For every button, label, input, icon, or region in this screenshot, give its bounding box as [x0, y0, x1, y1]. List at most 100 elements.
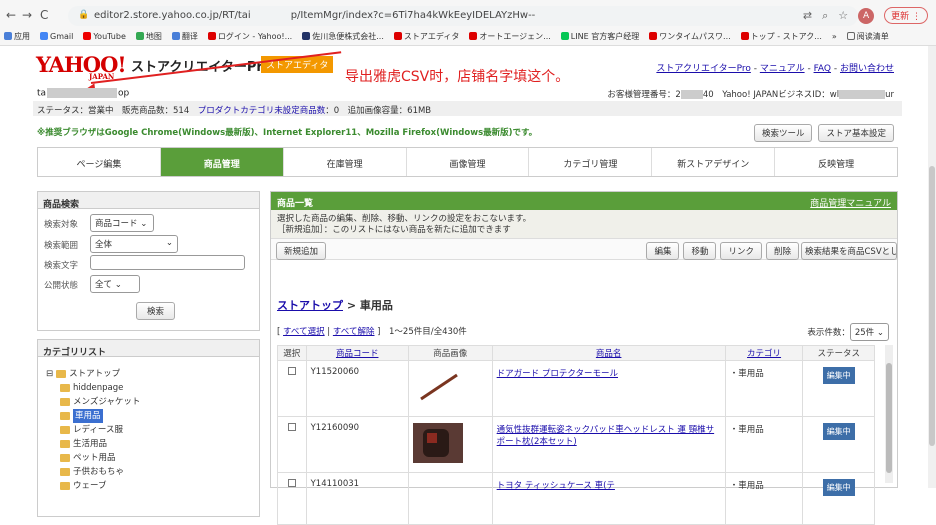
- category-tree: ⊟ ストアトップ hiddenpage メンズジャケット 車用品 レディース服 生…: [37, 357, 260, 517]
- link-store-creator[interactable]: ストアクリエイターPro: [656, 64, 750, 74]
- update-button[interactable]: 更新 ⋮: [884, 7, 928, 24]
- product-code: Y14110031: [305, 472, 409, 525]
- annotation-text: 导出雅虎CSV时，店铺名字填这个。: [345, 69, 570, 85]
- product-list-description: 選択した商品の編集、削除、移動、リンクの設定をおこないます。 ［新規追加］：このリ…: [271, 210, 897, 238]
- bookmark-otp[interactable]: ワンタイムパスワ...: [649, 29, 731, 43]
- delete-button[interactable]: 削除: [765, 242, 799, 260]
- uncategorized-link[interactable]: プロダクトカテゴリ未設定商品数: [198, 106, 326, 116]
- star-icon[interactable]: ☆: [838, 9, 848, 22]
- add-new-button[interactable]: 新規追加: [276, 242, 327, 260]
- bookmark-maps[interactable]: 地图: [135, 29, 162, 43]
- tab-page-edit[interactable]: ページ編集: [38, 148, 161, 176]
- tab-new-store-design[interactable]: 新ストアデザイン: [652, 148, 776, 176]
- tree-item[interactable]: 生活用品: [46, 437, 140, 451]
- table-scrollbar[interactable]: [885, 345, 893, 483]
- bookmark-sagawa[interactable]: 佐川急便株式会社...: [302, 29, 384, 43]
- link-contact[interactable]: お問い合わせ: [840, 64, 894, 74]
- product-name-link[interactable]: ドアガード プロテクターモール: [497, 369, 618, 379]
- per-page-select[interactable]: 25件 ⌄: [849, 323, 889, 341]
- col-category[interactable]: カテゴリ: [724, 345, 804, 361]
- store-name: ta op: [37, 88, 130, 99]
- scrollbar-thumb[interactable]: [929, 166, 935, 446]
- bookmark-auto-agent[interactable]: オートエージェン...: [469, 29, 551, 43]
- folder-icon: [60, 454, 70, 462]
- target-select[interactable]: 商品コード ⌄: [90, 214, 154, 232]
- product-thumbnail[interactable]: [412, 423, 463, 463]
- reading-list[interactable]: 阅读清单: [846, 29, 889, 43]
- product-thumbnail[interactable]: [412, 367, 463, 407]
- search-text-input[interactable]: [90, 255, 245, 270]
- select-all-link[interactable]: すべて選択: [283, 327, 325, 337]
- tab-image-management[interactable]: 画像管理: [407, 148, 530, 176]
- lock-icon: 🔒: [78, 10, 90, 20]
- tab-inventory[interactable]: 在庫管理: [284, 148, 407, 176]
- tab-publish[interactable]: 反映管理: [775, 148, 897, 176]
- range-select[interactable]: 全体 ⌄: [90, 235, 178, 253]
- browser-notice: ※推奨ブラウザはGoogle Chrome(Windows最新版)、Intern…: [37, 128, 538, 138]
- tree-item[interactable]: ペット用品: [46, 451, 140, 465]
- sagawa-icon: [302, 32, 311, 40]
- line-icon: [560, 32, 569, 40]
- tree-item[interactable]: ウェーブ: [46, 479, 140, 493]
- row-checkbox[interactable]: [287, 367, 296, 375]
- bookmark-line[interactable]: LINE 官方客户经理: [560, 29, 639, 43]
- tree-item[interactable]: レディース服: [46, 423, 140, 437]
- move-button[interactable]: 移動: [683, 242, 717, 260]
- row-checkbox[interactable]: [287, 423, 296, 431]
- tab-product-management[interactable]: 商品管理: [160, 148, 284, 176]
- folder-icon: [60, 384, 70, 392]
- translate-icon[interactable]: ⇄: [803, 9, 812, 22]
- public-select[interactable]: 全て ⌄: [90, 275, 140, 293]
- tree-item[interactable]: hiddenpage: [46, 381, 140, 395]
- bookmark-translate[interactable]: 翻译: [171, 29, 198, 43]
- col-code[interactable]: 商品コード: [305, 345, 409, 361]
- bookmark-store-editor[interactable]: ストアエディタ: [393, 29, 459, 43]
- product-name-link[interactable]: トヨタ ティッシュケース 車(テ: [497, 481, 615, 491]
- breadcrumb-store-top[interactable]: ストアトップ: [277, 299, 343, 312]
- folder-icon: [60, 412, 70, 420]
- link-manual[interactable]: マニュアル: [760, 64, 805, 74]
- tree-item[interactable]: 子供おもちゃ: [46, 465, 140, 479]
- row-checkbox[interactable]: [287, 479, 296, 487]
- link-button[interactable]: リンク: [720, 242, 762, 260]
- product-name-link[interactable]: 通気性抜群運転姿ネックパッド車ヘッドレスト 運 頸椎サポート枕(2本セット): [497, 425, 714, 447]
- bookmark-yahoo-login[interactable]: ログイン - Yahoo!...: [207, 29, 292, 43]
- bookmark-store-top[interactable]: トップ - ストアク...: [740, 29, 822, 43]
- deselect-all-link[interactable]: すべて解除: [333, 327, 375, 337]
- product-code: Y11520060: [305, 360, 409, 417]
- public-label: 公開状態: [44, 281, 79, 291]
- folder-icon: [56, 370, 67, 378]
- tree-item[interactable]: メンズジャケット: [46, 395, 140, 409]
- page-scrollbar[interactable]: [928, 46, 936, 488]
- avatar[interactable]: A: [858, 7, 875, 24]
- product-manual-link[interactable]: 商品管理マニュアル: [810, 196, 891, 209]
- bookmark-youtube[interactable]: YouTube: [83, 29, 126, 43]
- link-faq[interactable]: FAQ: [814, 64, 831, 74]
- tab-category-management[interactable]: カテゴリ管理: [529, 148, 653, 176]
- collapse-icon[interactable]: ⊟: [46, 367, 53, 381]
- product-table: 選択 商品コード 商品画像 商品名 カテゴリ ステータス Y11520060 ド…: [277, 345, 875, 525]
- col-image: 商品画像: [407, 345, 493, 361]
- tree-item-store-top[interactable]: ⊟ ストアトップ: [46, 367, 140, 381]
- search-button[interactable]: 検索: [136, 302, 176, 320]
- scrollbar-thumb[interactable]: [886, 363, 892, 473]
- forward-icon[interactable]: →: [22, 8, 32, 22]
- store-settings-button[interactable]: ストア基本設定: [818, 124, 894, 142]
- search-tool-button[interactable]: 検索ツール: [753, 124, 813, 142]
- maps-icon: [135, 32, 144, 40]
- download-csv-button[interactable]: 検索結果を商品CSVとしてダウンロード: [801, 242, 897, 260]
- address-bar[interactable]: 🔒 editor2.store.yahoo.co.jp/RT/tai p/Ite…: [68, 6, 858, 26]
- target-label: 検索対象: [44, 220, 79, 230]
- zoom-icon[interactable]: ⌕: [822, 9, 828, 23]
- account-info: お客様管理番号：2 40 Yahoo! JAPANビジネスID：wl ur: [607, 90, 894, 100]
- redacted-block: [47, 88, 118, 98]
- col-name[interactable]: 商品名: [491, 345, 726, 361]
- bookmark-more[interactable]: »: [832, 29, 837, 43]
- back-icon[interactable]: ←: [6, 8, 16, 22]
- reload-icon[interactable]: C: [40, 8, 48, 22]
- translate-bm-icon: [171, 32, 180, 40]
- tree-item-selected[interactable]: 車用品: [46, 409, 140, 423]
- bookmark-apps[interactable]: 应用: [4, 29, 30, 43]
- bookmark-gmail[interactable]: Gmail: [40, 29, 73, 43]
- edit-button[interactable]: 編集: [646, 242, 680, 260]
